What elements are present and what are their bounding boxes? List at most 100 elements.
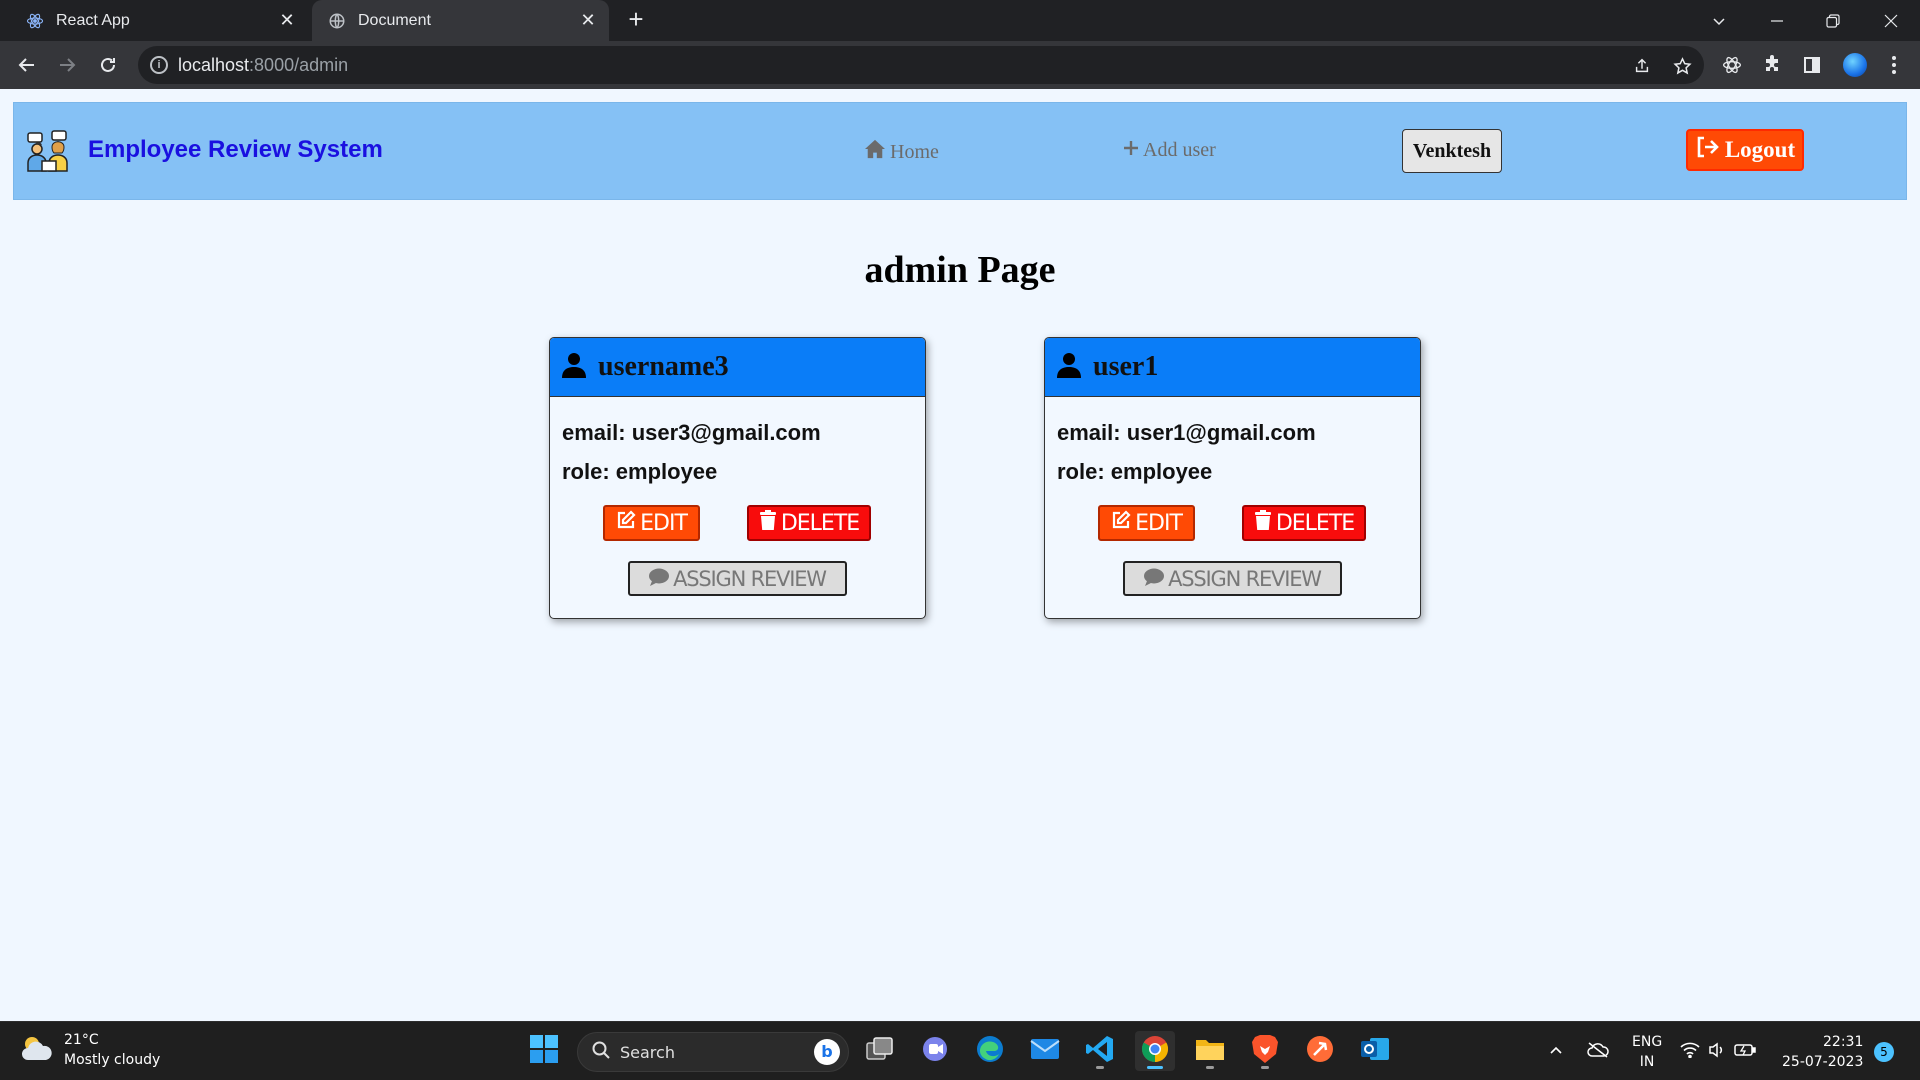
page-title: admin Page xyxy=(864,249,1056,291)
home-icon xyxy=(864,139,890,165)
start-button[interactable] xyxy=(524,1031,564,1071)
clock-date: 25-07-2023 xyxy=(1782,1053,1864,1070)
forward-icon[interactable] xyxy=(55,53,79,77)
user-card-email: email: user1@gmail.com xyxy=(1057,420,1316,445)
trash-icon xyxy=(759,510,781,536)
assign-review-label: ASSIGN REVIEW xyxy=(1168,566,1322,591)
delete-label: DELETE xyxy=(1275,510,1355,536)
mail-icon xyxy=(1030,1037,1060,1066)
user-card-header: user1 xyxy=(1045,338,1420,397)
assign-review-label: ASSIGN REVIEW xyxy=(673,566,827,591)
mail-button[interactable] xyxy=(1025,1031,1065,1071)
logout-button[interactable]: Logout xyxy=(1686,129,1804,171)
tab-title: React App xyxy=(56,11,130,29)
vscode-button[interactable] xyxy=(1080,1031,1120,1071)
react-devtools-icon[interactable] xyxy=(1720,53,1744,77)
user-card-role: role: employee xyxy=(562,459,718,484)
edge-icon xyxy=(975,1034,1005,1069)
clock[interactable]: 22:31 25-07-2023 xyxy=(1782,1022,1863,1080)
clock-time: 22:31 xyxy=(1823,1033,1864,1050)
extensions-icon[interactable] xyxy=(1760,53,1784,77)
tab-react-app[interactable]: React App ✕ xyxy=(0,0,308,41)
bookmark-star-icon[interactable] xyxy=(1672,56,1692,76)
quick-settings[interactable] xyxy=(1680,1022,1756,1080)
lang-top: ENG xyxy=(1632,1033,1663,1050)
search-label: Search xyxy=(620,1042,675,1062)
user-card: username3 email: user3@gmail.com role: e… xyxy=(549,337,926,619)
outlook-icon xyxy=(1360,1034,1390,1069)
tab-search-icon[interactable] xyxy=(1696,0,1742,41)
nav-add-user-link[interactable]: Add user xyxy=(1123,139,1216,162)
task-view-button[interactable] xyxy=(860,1031,900,1071)
reload-icon[interactable] xyxy=(96,53,120,77)
user-card-email: email: user3@gmail.com xyxy=(562,420,821,445)
weather-widget[interactable]: 21°C Mostly cloudy xyxy=(20,1030,160,1070)
folder-icon xyxy=(1195,1036,1225,1067)
brand-title[interactable]: Employee Review System xyxy=(88,136,383,164)
address-bar[interactable]: i localhost:8000/admin xyxy=(138,46,1704,84)
weather-condition: Mostly cloudy xyxy=(64,1052,161,1068)
delete-button[interactable]: DELETE xyxy=(747,505,871,541)
delete-button[interactable]: DELETE xyxy=(1242,505,1366,541)
share-icon[interactable] xyxy=(1632,56,1652,76)
close-tab-icon[interactable]: ✕ xyxy=(579,11,597,29)
profile-avatar[interactable] xyxy=(1841,51,1869,79)
edit-label: EDIT xyxy=(1135,510,1183,536)
vscode-icon xyxy=(1085,1034,1115,1069)
edge-button[interactable] xyxy=(970,1031,1010,1071)
edit-button[interactable]: EDIT xyxy=(603,505,700,541)
nav-home-label: Home xyxy=(890,140,939,163)
nav-home-link[interactable]: Home xyxy=(864,139,939,165)
show-hidden-icons[interactable] xyxy=(1548,1022,1564,1080)
onedrive-status[interactable] xyxy=(1587,1022,1609,1080)
lang-bottom: IN xyxy=(1639,1053,1655,1070)
chevron-up-icon xyxy=(1548,1042,1564,1062)
chrome-icon xyxy=(1140,1034,1170,1069)
brave-button[interactable] xyxy=(1245,1031,1285,1071)
new-tab-icon[interactable]: + xyxy=(624,6,648,32)
taskbar-search[interactable]: Search b xyxy=(577,1032,849,1072)
edit-button[interactable]: EDIT xyxy=(1098,505,1195,541)
user-card-header: username3 xyxy=(550,338,925,397)
cloud-icon xyxy=(20,1033,54,1068)
battery-icon xyxy=(1734,1043,1756,1061)
current-user-button[interactable]: Venktesh xyxy=(1402,129,1502,173)
teams-icon xyxy=(921,1035,949,1068)
browser-toolbar: i localhost:8000/admin xyxy=(0,41,1920,89)
teams-chat-button[interactable] xyxy=(915,1031,955,1071)
team-review-logo-icon xyxy=(26,129,70,173)
language-indicator[interactable]: ENG IN xyxy=(1632,1022,1662,1080)
trash-icon xyxy=(1254,510,1276,536)
user-card-username: username3 xyxy=(598,351,729,382)
restore-icon[interactable] xyxy=(1810,0,1856,41)
assign-review-button[interactable]: ASSIGN REVIEW xyxy=(1123,561,1342,596)
user-icon xyxy=(1057,352,1081,383)
outlook-button[interactable] xyxy=(1355,1031,1395,1071)
plus-icon xyxy=(1123,139,1143,162)
page-viewport: Employee Review System Home Add user Ven… xyxy=(0,89,1920,1021)
file-explorer-button[interactable] xyxy=(1190,1031,1230,1071)
user-card: user1 email: user1@gmail.com role: emplo… xyxy=(1044,337,1421,619)
edit-icon xyxy=(616,510,640,536)
tab-document[interactable]: Document ✕ xyxy=(312,0,609,41)
url-text[interactable]: localhost:8000/admin xyxy=(178,55,348,76)
logout-label: Logout xyxy=(1724,137,1796,162)
user-card-username: user1 xyxy=(1093,351,1159,382)
side-panel-icon[interactable] xyxy=(1800,53,1824,77)
site-info-icon[interactable]: i xyxy=(150,56,168,74)
bing-icon[interactable]: b xyxy=(814,1039,840,1065)
comment-icon xyxy=(649,567,673,591)
notification-badge[interactable]: 5 xyxy=(1874,1042,1894,1062)
wifi-icon xyxy=(1680,1042,1700,1062)
brave-lion-icon xyxy=(1251,1034,1279,1069)
menu-kebab-icon[interactable] xyxy=(1882,53,1906,77)
task-view-icon xyxy=(866,1036,894,1066)
app-navbar: Employee Review System Home Add user Ven… xyxy=(13,102,1907,200)
minimize-icon[interactable] xyxy=(1754,0,1800,41)
assign-review-button[interactable]: ASSIGN REVIEW xyxy=(628,561,847,596)
close-tab-icon[interactable]: ✕ xyxy=(278,11,296,29)
back-icon[interactable] xyxy=(15,53,39,77)
close-window-icon[interactable] xyxy=(1868,0,1914,41)
chrome-button[interactable] xyxy=(1135,1031,1175,1071)
postman-button[interactable] xyxy=(1300,1031,1340,1071)
